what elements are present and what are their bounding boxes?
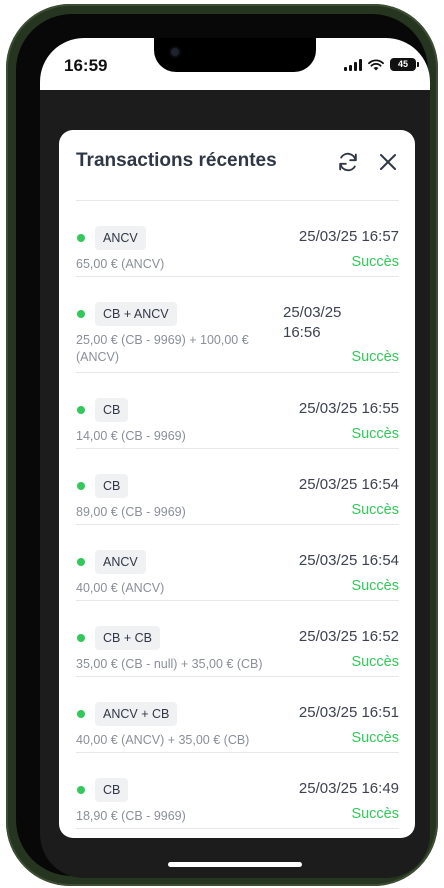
payment-type-badge: CB bbox=[95, 778, 129, 802]
phone-bezel: 16:59 45 Transactions récentes ANCV 65,0… bbox=[16, 14, 430, 878]
status-bar: 16:59 45 bbox=[40, 38, 430, 90]
transaction-status: Succès bbox=[351, 806, 399, 822]
recent-transactions-modal: Transactions récentes ANCV 65,00 € (ANCV… bbox=[59, 130, 415, 838]
transaction-row[interactable]: CB 14,00 € (CB - 9969) 25/03/25 16:55 Su… bbox=[76, 373, 399, 449]
status-dot bbox=[77, 406, 85, 414]
transaction-row[interactable]: ANCV + CB 40,00 € (ANCV) + 35,00 € (CB) … bbox=[76, 677, 399, 753]
transaction-amount: 89,00 € (CB - 9969) bbox=[76, 505, 186, 519]
transaction-status: Succès bbox=[351, 349, 399, 365]
status-dot bbox=[77, 310, 85, 318]
refresh-button[interactable] bbox=[336, 150, 360, 174]
wifi-icon bbox=[368, 58, 384, 71]
transaction-status: Succès bbox=[351, 254, 399, 270]
transaction-status: Succès bbox=[351, 502, 399, 518]
status-dot bbox=[77, 634, 85, 642]
payment-type-badge: ANCV bbox=[95, 550, 146, 574]
screen: 16:59 45 Transactions récentes ANCV 65,0… bbox=[40, 38, 430, 878]
cellular-signal-icon bbox=[344, 58, 362, 71]
transaction-date: 25/03/25 16:49 bbox=[298, 780, 399, 797]
payment-type-badge: ANCV bbox=[95, 226, 146, 250]
transaction-row[interactable]: CB 18,90 € (CB - 9969) 25/03/25 16:49 Su… bbox=[76, 753, 399, 829]
status-icons: 45 bbox=[344, 58, 419, 71]
front-camera bbox=[171, 48, 179, 56]
transaction-status: Succès bbox=[351, 654, 399, 670]
status-time: 16:59 bbox=[64, 56, 108, 75]
battery-icon: 45 bbox=[390, 58, 419, 71]
transaction-row[interactable]: CB + CB 35,00 € (CB - null) + 35,00 € (C… bbox=[76, 601, 399, 677]
status-dot bbox=[77, 234, 85, 242]
transaction-amount: 14,00 € (CB - 9969) bbox=[76, 429, 186, 443]
transaction-row[interactable]: CB + ANCV 25,00 € (CB - 9969) + 100,00 €… bbox=[76, 277, 399, 373]
status-dot bbox=[77, 710, 85, 718]
transaction-date: 25/03/25 16:56 bbox=[283, 304, 342, 341]
transaction-status: Succès bbox=[351, 426, 399, 442]
payment-type-badge: CB bbox=[95, 398, 129, 422]
transaction-date: 25/03/25 16:55 bbox=[298, 400, 399, 417]
close-button[interactable] bbox=[376, 150, 400, 174]
refresh-icon bbox=[339, 152, 357, 172]
modal-title: Transactions récentes bbox=[76, 150, 277, 171]
transaction-date: 25/03/25 16:57 bbox=[298, 228, 399, 245]
transaction-row[interactable]: ANCV 40,00 € (ANCV) 25/03/25 16:54 Succè… bbox=[76, 525, 399, 601]
phone-frame: 16:59 45 Transactions récentes ANCV 65,0… bbox=[6, 4, 438, 886]
transaction-amount: 25,00 € (CB - 9969) + 100,00 € (ANCV) bbox=[76, 333, 249, 364]
transaction-row[interactable]: CB 89,00 € (CB - 9969) 25/03/25 16:54 Su… bbox=[76, 449, 399, 525]
transaction-status: Succès bbox=[351, 730, 399, 746]
status-dot bbox=[77, 786, 85, 794]
transaction-amount: 40,00 € (ANCV) + 35,00 € (CB) bbox=[76, 733, 250, 747]
transaction-amount: 35,00 € (CB - null) + 35,00 € (CB) bbox=[76, 657, 263, 671]
status-dot bbox=[77, 482, 85, 490]
transaction-date: 25/03/25 16:54 bbox=[298, 476, 399, 493]
transaction-date: 25/03/25 16:51 bbox=[298, 704, 399, 721]
home-indicator[interactable] bbox=[168, 862, 302, 867]
transaction-list: ANCV 65,00 € (ANCV) 25/03/25 16:57 Succè… bbox=[76, 201, 399, 829]
transaction-amount: 65,00 € (ANCV) bbox=[76, 257, 165, 271]
payment-type-badge: ANCV + CB bbox=[95, 702, 178, 726]
payment-type-badge: CB bbox=[95, 474, 129, 498]
transaction-amount: 40,00 € (ANCV) bbox=[76, 581, 165, 595]
close-icon bbox=[380, 154, 396, 170]
status-dot bbox=[77, 558, 85, 566]
dynamic-island bbox=[154, 38, 316, 72]
transaction-row[interactable]: ANCV 65,00 € (ANCV) 25/03/25 16:57 Succè… bbox=[76, 201, 399, 277]
transaction-date: 25/03/25 16:52 bbox=[298, 628, 399, 645]
transaction-amount: 18,90 € (CB - 9969) bbox=[76, 809, 186, 823]
payment-type-badge: CB + CB bbox=[95, 626, 160, 650]
payment-type-badge: CB + ANCV bbox=[95, 302, 177, 326]
transaction-status: Succès bbox=[351, 578, 399, 594]
transaction-date: 25/03/25 16:54 bbox=[298, 552, 399, 569]
